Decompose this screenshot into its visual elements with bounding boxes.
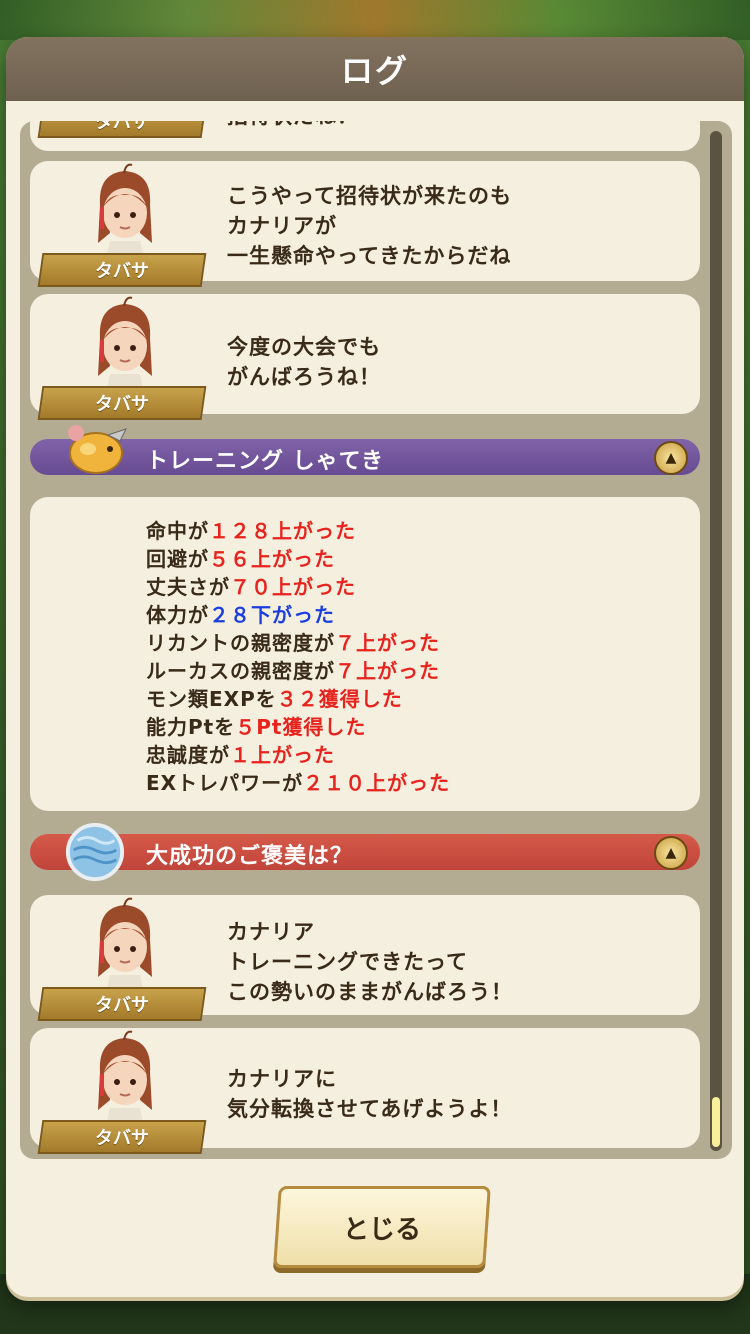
section-title: トレーニング しゃてき [146, 449, 384, 474]
close-button-label: とじる [342, 1214, 421, 1245]
dialogue-text: 招待状だね？ [227, 121, 359, 131]
dialogue-text: カナリア トレーニングできたって この勢いのままがんばろう！ [227, 917, 513, 1007]
scrollbar[interactable] [710, 131, 722, 1151]
log-scroll-area[interactable]: タバサ 招待状だね？ タバサ [20, 121, 732, 1159]
collapse-toggle-icon[interactable]: ▲ [654, 441, 688, 475]
dialogue-line: こうやって招待状が来たのも [227, 184, 512, 208]
log-modal: ログ タバサ 招待状だね？ [6, 37, 744, 1297]
speaker-name: タバサ [95, 1128, 149, 1149]
section-title: 大成功のご褒美は？ [146, 844, 354, 869]
dialogue-text: カナリアに 気分転換させてあげようよ！ [227, 1064, 512, 1124]
log-panel: タバサ 招待状だね？ タバサ [20, 121, 732, 1159]
stat-result: リカントの親密度が７上がった [146, 631, 440, 655]
character-avatar [98, 1030, 152, 1126]
speaker-name-plate: タバサ [37, 987, 207, 1021]
stat-result: 体力が２８下がった [146, 603, 335, 627]
dialogue-text: こうやって招待状が来たのも カナリアが 一生懸命やってきたからだね [227, 181, 512, 271]
dialogue-line: トレーニングできたって [227, 950, 468, 974]
collapse-toggle-icon[interactable]: ▲ [654, 836, 688, 870]
character-avatar [98, 163, 152, 259]
dialogue-entry: タバサ カナリアに 気分転換させてあげようよ！ [30, 1028, 700, 1154]
dialogue-line: がんばろうね！ [227, 365, 381, 389]
stat-result: 命中が１２８上がった [146, 519, 356, 543]
dialogue-line: この勢いのままがんばろう！ [227, 980, 513, 1004]
dialogue-line: カナリア [227, 920, 315, 944]
dialogue-line: 一生懸命やってきたからだね [227, 244, 512, 268]
training-results-card: 命中が１２８上がった 回避が５６上がった 丈夫さが７０上がった 体力が２８下がっ… [30, 497, 700, 811]
dialogue-entry: タバサ 今度の大会でも がんばろうね！ [30, 294, 700, 420]
speaker-name: タバサ [95, 121, 149, 133]
stat-result: モン類EXPを３２獲得した [146, 687, 403, 711]
dialogue-entry: タバサ カナリア トレーニングできたって この勢いのままがんばろう！ [30, 895, 700, 1021]
speaker-name-plate: タバサ [37, 386, 207, 420]
dialogue-entry: タバサ こうやって招待状が来たのも カナリアが 一生懸命やってきたからだね [30, 161, 700, 287]
bird-icon [68, 425, 127, 474]
stat-result: 能力Ptを５Pt獲得した [146, 715, 367, 739]
reward-section-header[interactable]: 大成功のご褒美は？ ▲ [30, 834, 700, 870]
speaker-name: タバサ [95, 261, 149, 282]
speaker-name: タバサ [95, 394, 149, 415]
stat-result: ルーカスの親密度が７上がった [146, 659, 440, 683]
stat-result: EXトレパワーが２１０上がった [146, 771, 451, 795]
modal-header: ログ [6, 37, 744, 101]
dialogue-line: 気分転換させてあげようよ！ [227, 1097, 513, 1121]
speaker-name-plate: タバサ [37, 1120, 207, 1154]
speaker-name: タバサ [95, 995, 149, 1016]
dialogue-line: カナリアが [227, 214, 337, 238]
training-section-header[interactable]: トレーニング しゃてき ▲ [30, 439, 700, 475]
modal-title: ログ [340, 52, 409, 90]
character-avatar [98, 296, 152, 392]
dialogue-text: 今度の大会でも がんばろうね！ [227, 332, 381, 392]
scrollbar-thumb[interactable] [712, 1097, 720, 1147]
background-top [0, 0, 750, 40]
dialogue-line: カナリアに [227, 1067, 337, 1091]
stat-result: 忠誠度が１上がった [146, 743, 335, 767]
dialogue-line: 招待状だね？ [227, 121, 359, 131]
dialogue-line: 今度の大会でも [227, 335, 381, 359]
water-orb-icon [65, 822, 125, 882]
speaker-name-plate: タバサ [37, 121, 207, 138]
speaker-name-plate: タバサ [37, 253, 207, 287]
stat-result: 丈夫さが７０上がった [146, 575, 356, 599]
character-avatar [98, 897, 152, 993]
stat-result: 回避が５６上がった [146, 547, 335, 571]
close-button[interactable]: とじる [273, 1186, 491, 1268]
dialogue-entry: タバサ 招待状だね？ [30, 121, 700, 151]
